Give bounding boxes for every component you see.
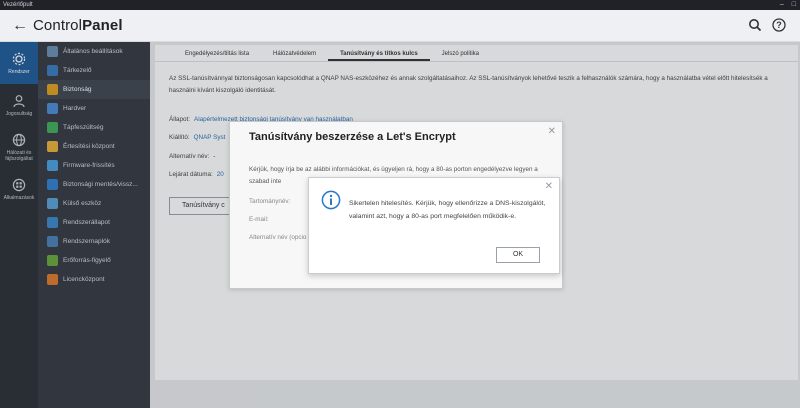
close-icon[interactable]: ✕	[545, 181, 553, 192]
window-title: Vezérlőpult	[3, 2, 33, 8]
altname-field-label: Alternatív név (opcio	[249, 234, 307, 241]
close-icon[interactable]: ✕	[548, 126, 556, 137]
dialog-title: Tanúsítvány beszerzése a Let's Encrypt	[249, 131, 456, 143]
search-icon[interactable]	[748, 18, 762, 32]
ok-button[interactable]: OK	[496, 247, 540, 263]
help-icon[interactable]: ?	[772, 18, 786, 32]
app-title-bold: Panel	[82, 17, 123, 34]
error-dialog: ✕ Sikertelen hitelesítés. Kérjük, hogy e…	[308, 177, 560, 274]
domain-label: Tartománynév:	[249, 198, 291, 205]
app-header: ← ControlPanel ?	[0, 10, 800, 42]
window-controls: – □	[780, 0, 796, 10]
app-title-light: Control	[33, 17, 83, 34]
info-icon	[321, 190, 341, 210]
minimize-button[interactable]: –	[780, 0, 784, 10]
header-icons: ?	[748, 18, 786, 32]
svg-text:?: ?	[776, 20, 782, 30]
email-label: E-mail:	[249, 216, 269, 223]
back-arrow-icon[interactable]: ←	[12, 10, 28, 42]
error-message: Sikertelen hitelesítés. Kérjük, hogy ell…	[349, 200, 546, 220]
maximize-button[interactable]: □	[792, 0, 796, 10]
window-titlebar: Vezérlőpult – □	[0, 0, 800, 10]
app-title: ControlPanel	[33, 17, 123, 34]
